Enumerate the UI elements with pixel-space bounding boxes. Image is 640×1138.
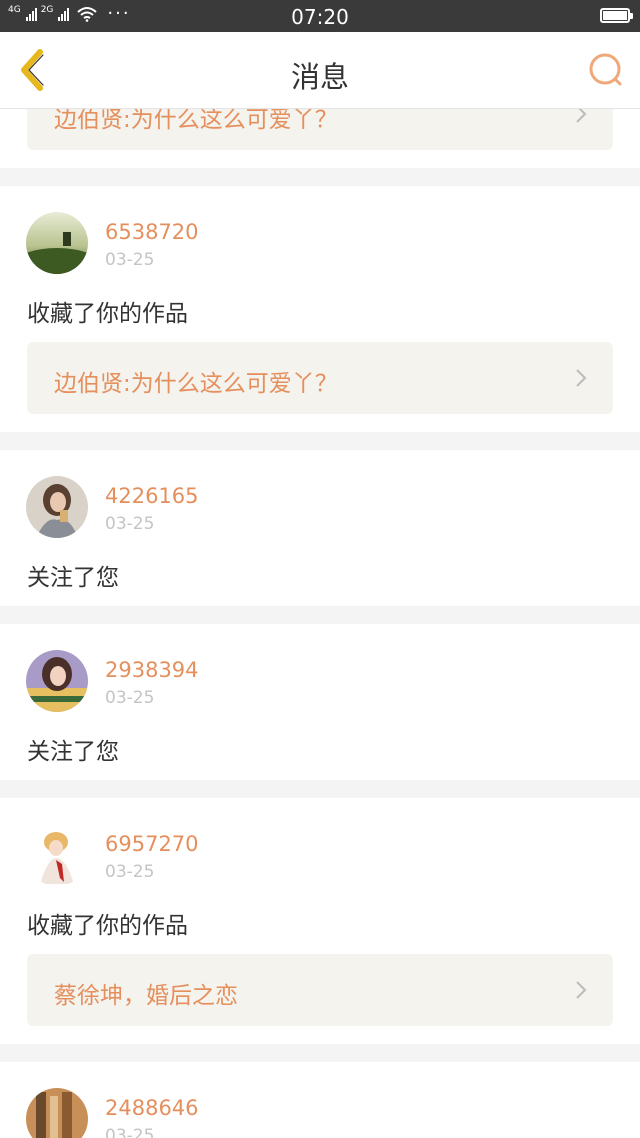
avatar[interactable]	[26, 824, 88, 886]
work-link[interactable]: 边伯贤:为什么这么可爱丫？	[27, 342, 613, 414]
chevron-right-icon	[576, 981, 587, 999]
username[interactable]: 6538720	[105, 220, 199, 244]
avatar[interactable]	[26, 212, 88, 274]
username[interactable]: 2938394	[105, 658, 199, 682]
battery-icon	[600, 8, 633, 23]
message-card: 2488646 03-25	[0, 1062, 640, 1138]
message-date: 03-25	[105, 514, 155, 534]
avatar[interactable]	[26, 1088, 88, 1138]
work-link[interactable]: 蔡徐坤，婚后之恋	[27, 954, 613, 1026]
action-text: 关注了您	[27, 739, 119, 765]
action-text: 关注了您	[27, 565, 119, 591]
status-time: 07:20	[291, 5, 349, 29]
work-title: 蔡徐坤，婚后之恋	[54, 983, 238, 1009]
message-card: 6957270 03-25 收藏了你的作品 蔡徐坤，婚后之恋	[0, 798, 640, 1044]
message-card: 2938394 03-25 关注了您	[0, 624, 640, 780]
search-icon[interactable]	[586, 50, 626, 90]
action-text: 收藏了你的作品	[27, 913, 188, 939]
chevron-right-icon	[576, 369, 587, 387]
status-bar: 4G 2G ··· 07:20	[0, 0, 640, 32]
message-card: 6538720 03-25 收藏了你的作品 边伯贤:为什么这么可爱丫？	[0, 186, 640, 432]
message-date: 03-25	[105, 862, 155, 882]
username[interactable]: 2488646	[105, 1096, 199, 1120]
avatar[interactable]	[26, 476, 88, 538]
username[interactable]: 6957270	[105, 832, 199, 856]
message-date: 03-25	[105, 1126, 155, 1138]
username[interactable]: 4226165	[105, 484, 199, 508]
message-card: 4226165 03-25 关注了您	[0, 450, 640, 606]
work-title: 边伯贤:为什么这么可爱丫？	[54, 371, 338, 397]
message-date: 03-25	[105, 688, 155, 708]
avatar[interactable]	[26, 650, 88, 712]
message-list[interactable]: 边伯贤:为什么这么可爱丫？ 6538720 03-25 收藏了你的作品 边伯贤:…	[0, 0, 640, 1138]
nav-bar: 消息	[0, 32, 640, 109]
action-text: 收藏了你的作品	[27, 301, 188, 327]
message-date: 03-25	[105, 250, 155, 270]
page-title: 消息	[290, 60, 349, 94]
